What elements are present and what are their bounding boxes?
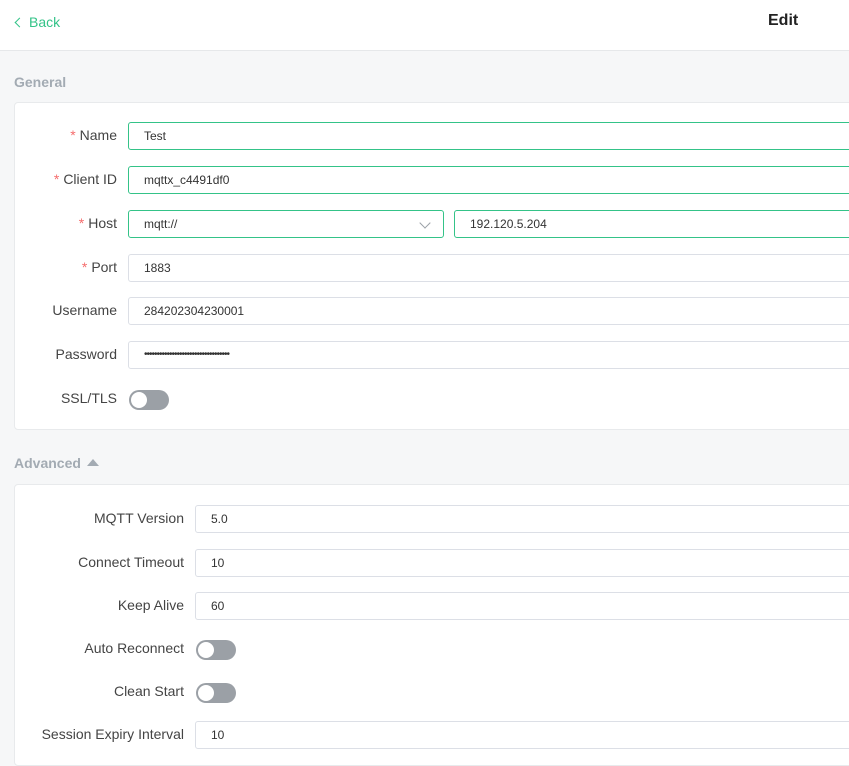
username-label: Username [52, 302, 117, 318]
advanced-section-header[interactable]: Advanced [14, 455, 99, 471]
page-title: Edit [768, 12, 799, 29]
name-label: * Name [70, 127, 117, 143]
top-bar: Back Edit [0, 0, 849, 51]
client-id-input[interactable]: mqttx_c4491df0 [128, 166, 849, 194]
required-mark: * [70, 127, 76, 143]
session-expiry-input[interactable]: 10 [195, 721, 849, 749]
auto-reconnect-toggle[interactable] [196, 640, 236, 660]
caret-up-icon [86, 459, 99, 466]
connect-timeout-input[interactable]: 10 [195, 549, 849, 577]
required-mark: * [81, 259, 88, 275]
advanced-card: MQTT Version 5.0 Connect Timeout 10 Keep… [14, 484, 849, 766]
username-input[interactable]: 284202304230001 [128, 297, 849, 325]
password-label: Password [55, 346, 117, 362]
toggle-knob [198, 642, 214, 658]
keep-alive-label: Keep Alive [117, 597, 184, 613]
required-mark: * [53, 171, 60, 187]
name-input[interactable]: Test [128, 122, 849, 150]
ssl-label: SSL/TLS [60, 390, 117, 406]
session-expiry-label: Session Expiry Interval [41, 726, 184, 742]
protocol-select[interactable]: mqtt:// [128, 210, 444, 238]
client-id-label: * Client ID [53, 171, 117, 187]
toggle-knob [198, 685, 214, 701]
connect-timeout-label: Connect Timeout [78, 554, 184, 570]
required-mark: * [78, 215, 85, 231]
port-label: * Port [81, 259, 117, 275]
back-button[interactable]: Back [14, 13, 61, 31]
protocol-value: mqtt:// [144, 217, 178, 231]
general-section-title: General [14, 74, 67, 90]
mqtt-version-label: MQTT Version [94, 510, 184, 526]
auto-reconnect-label: Auto Reconnect [84, 640, 184, 656]
chevron-down-icon [419, 217, 431, 229]
keep-alive-input[interactable]: 60 [195, 592, 849, 620]
toggle-knob [131, 392, 147, 408]
advanced-section-title: Advanced [14, 455, 81, 471]
host-label: * Host [78, 215, 117, 231]
ssl-toggle[interactable] [129, 390, 169, 410]
host-input[interactable]: 192.120.5.204 [454, 210, 849, 238]
general-card: * Name Test * Client ID mqttx_c4491df0 * Ho… [14, 102, 849, 430]
mqtt-version-select[interactable]: 5.0 [195, 505, 849, 533]
back-label: Back [29, 14, 61, 30]
clean-start-toggle[interactable] [196, 683, 236, 703]
clean-start-label: Clean Start [113, 683, 184, 699]
chevron-left-icon [14, 17, 25, 28]
port-input[interactable]: 1883 [128, 254, 849, 282]
password-input[interactable]: •••••••••••••••••••••••••••••••••• [128, 341, 849, 369]
